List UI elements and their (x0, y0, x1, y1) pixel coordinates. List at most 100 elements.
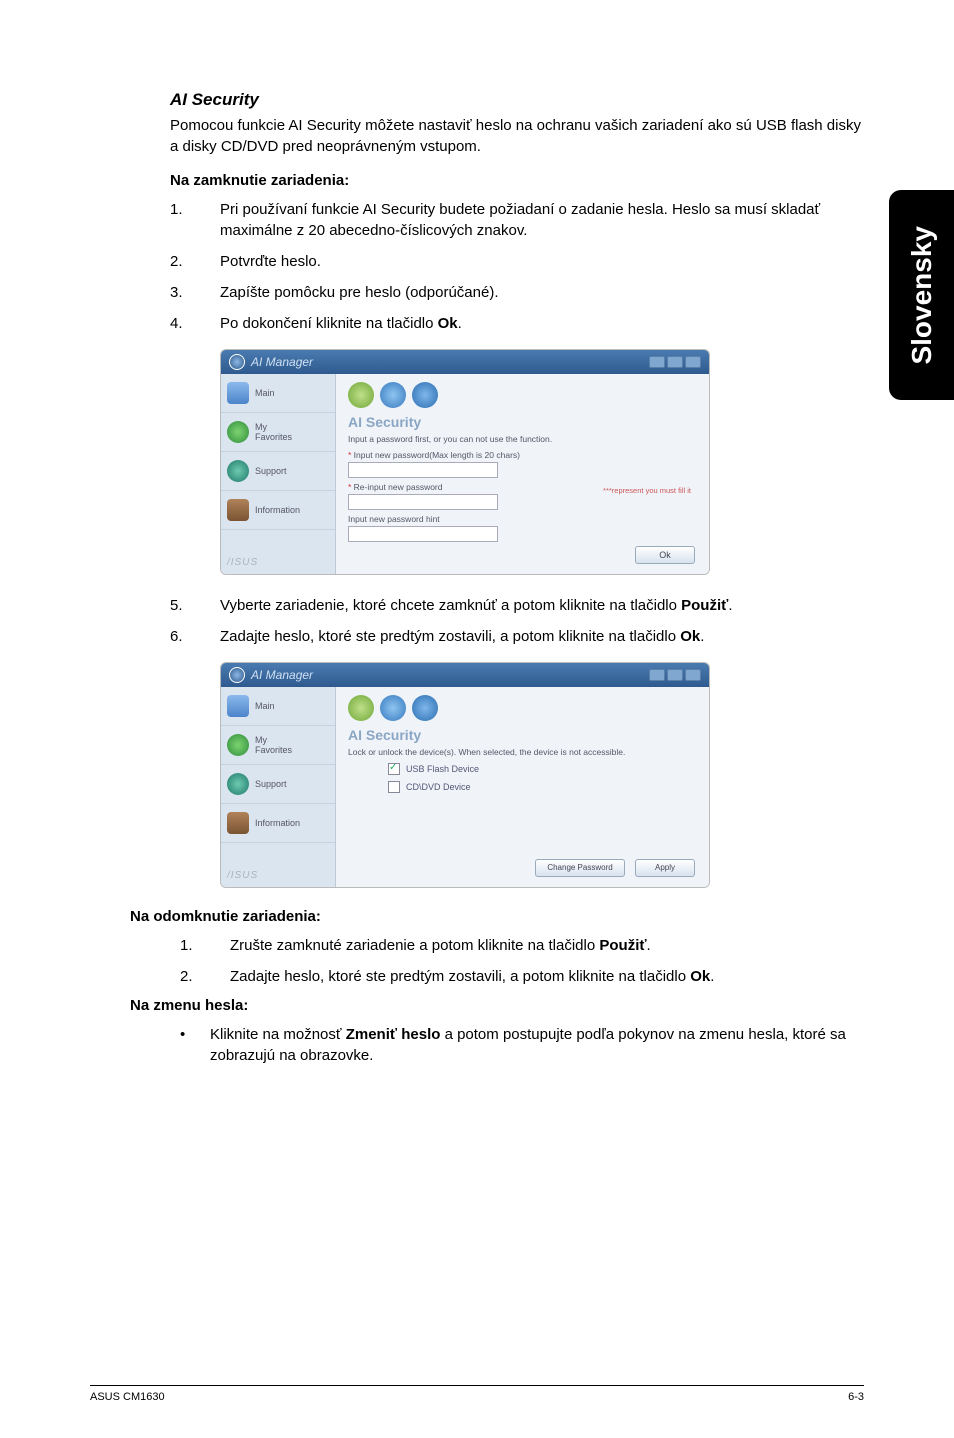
window-titlebar: AI Manager (221, 663, 709, 687)
maximize-button[interactable] (667, 356, 683, 368)
app-logo-icon (229, 667, 245, 683)
lock-heading: Na zamknutie zariadenia: (170, 172, 864, 189)
lock-steps-list-cont: 5.Vyberte zariadenie, ktoré chcete zamkn… (170, 595, 864, 647)
unlock-heading: Na odomknutie zariadenia: (130, 908, 864, 925)
step-number: 4. (170, 313, 183, 334)
step-text: Kliknite na možnosť Zmeniť heslo a potom… (210, 1026, 846, 1064)
change-password-button[interactable]: Change Password (535, 859, 625, 877)
required-note: ***represent you must fill it (603, 486, 691, 495)
ok-button[interactable]: Ok (635, 546, 695, 564)
sidebar-footer-logo: /ISUS (221, 864, 335, 887)
minimize-button[interactable] (649, 669, 665, 681)
information-icon (227, 812, 249, 834)
panel-title: AI Security (348, 414, 697, 430)
language-tab: Slovensky (889, 190, 954, 400)
list-item: 2. Zadajte heslo, ktoré ste predtým zosta… (180, 966, 864, 987)
sidebar-item-information[interactable]: Information (221, 491, 335, 530)
window-body: Main MyFavorites Support Information /IS… (221, 687, 709, 887)
sidebar-spacer (221, 843, 335, 864)
step-text: Zadajte heslo, ktoré ste predtým zostavi… (230, 968, 714, 985)
page-footer: ASUS CM1630 6-3 (90, 1385, 864, 1403)
toolbar-icons (348, 695, 697, 721)
support-icon (227, 460, 249, 482)
toolbar-icon-1[interactable] (348, 382, 374, 408)
favorites-icon (227, 421, 249, 443)
sidebar-item-label: MyFavorites (255, 735, 292, 755)
list-item: 2. Potvrďte heslo. (170, 251, 864, 272)
reinput-password-input[interactable] (348, 494, 498, 510)
section-title: AI Security (170, 90, 864, 110)
usb-checkbox[interactable] (388, 763, 400, 775)
sidebar-item-label: Support (255, 779, 287, 789)
unlock-steps-list: 1.Zrušte zamknuté zariadenie a potom kli… (180, 935, 864, 987)
checkbox-label: CD\DVD Device (406, 782, 471, 792)
cddvd-checkbox[interactable] (388, 781, 400, 793)
app-logo-icon (229, 354, 245, 370)
field-label-new-password: Input new password(Max length is 20 char… (348, 450, 697, 460)
sidebar-item-label: MyFavorites (255, 422, 292, 442)
main-panel: AI Security Lock or unlock the device(s)… (336, 687, 709, 887)
step-number: 1. (170, 199, 183, 220)
step-number: 1. (180, 935, 193, 956)
button-row: Change Password Apply (535, 859, 695, 877)
titlebar-left: AI Manager (229, 667, 313, 683)
sidebar-item-favorites[interactable]: MyFavorites (221, 726, 335, 765)
sidebar-item-support[interactable]: Support (221, 452, 335, 491)
sidebar-item-support[interactable]: Support (221, 765, 335, 804)
step-number: 6. (170, 626, 183, 647)
toolbar-icon-1[interactable] (348, 695, 374, 721)
support-icon (227, 773, 249, 795)
list-item: 4. Po dokončení kliknite na tlačidlo Ok. (170, 313, 864, 334)
step-text: Pri používaní funkcie AI Security budete… (220, 201, 820, 239)
sidebar-footer-logo: /ISUS (221, 551, 335, 574)
footer-product: ASUS CM1630 (90, 1391, 165, 1403)
sidebar-item-label: Information (255, 818, 300, 828)
sidebar: Main MyFavorites Support Information /IS… (221, 687, 336, 887)
list-item: • Kliknite na možnosť Zmeniť heslo a poto… (140, 1024, 864, 1066)
sidebar-item-favorites[interactable]: MyFavorites (221, 413, 335, 452)
toolbar-icon-2[interactable] (380, 695, 406, 721)
hint-input[interactable] (348, 526, 498, 542)
close-button[interactable] (685, 356, 701, 368)
panel-desc: Lock or unlock the device(s). When selec… (348, 747, 697, 757)
step-number: 2. (170, 251, 183, 272)
toolbar-icon-2[interactable] (380, 382, 406, 408)
page-content: AI Security Pomocou funkcie AI Security … (0, 0, 954, 1126)
language-tab-text: Slovensky (906, 226, 938, 365)
sidebar-item-main[interactable]: Main (221, 687, 335, 726)
step-number: 2. (180, 966, 193, 987)
window-controls (649, 669, 701, 681)
main-icon (227, 382, 249, 404)
sidebar-item-information[interactable]: Information (221, 804, 335, 843)
maximize-button[interactable] (667, 669, 683, 681)
sidebar-item-label: Main (255, 701, 275, 711)
main-panel: AI Security Input a password first, or y… (336, 374, 709, 574)
sidebar-item-label: Information (255, 505, 300, 515)
apply-button[interactable]: Apply (635, 859, 695, 877)
new-password-input[interactable] (348, 462, 498, 478)
list-item: 6. Zadajte heslo, ktoré ste predtým zosta… (170, 626, 864, 647)
sidebar: Main MyFavorites Support Information /IS… (221, 374, 336, 574)
window-body: Main MyFavorites Support Information /IS… (221, 374, 709, 574)
list-item: 1. Pri používaní funkcie AI Security bude… (170, 199, 864, 241)
screenshot-password-setup: AI Manager Main MyFavorites (220, 349, 710, 575)
step-text: Potvrďte heslo. (220, 253, 321, 270)
main-icon (227, 695, 249, 717)
window-titlebar: AI Manager (221, 350, 709, 374)
lock-steps-list: 1. Pri používaní funkcie AI Security bude… (170, 199, 864, 334)
step-text: Po dokončení kliknite na tlačidlo Ok. (220, 315, 462, 332)
list-item: 5.Vyberte zariadenie, ktoré chcete zamkn… (170, 595, 864, 616)
sidebar-item-main[interactable]: Main (221, 374, 335, 413)
step-text: Zapíšte pomôcku pre heslo (odporúčané). (220, 284, 499, 301)
bullet-dot: • (180, 1024, 185, 1045)
field-label-hint: Input new password hint (348, 514, 697, 524)
checkbox-row-cddvd: CD\DVD Device (388, 781, 697, 793)
minimize-button[interactable] (649, 356, 665, 368)
step-number: 3. (170, 282, 183, 303)
toolbar-icon-3[interactable] (412, 382, 438, 408)
close-button[interactable] (685, 669, 701, 681)
changepw-heading: Na zmenu hesla: (130, 997, 864, 1014)
toolbar-icon-3[interactable] (412, 695, 438, 721)
panel-title: AI Security (348, 727, 697, 743)
step-text: Zadajte heslo, ktoré ste predtým zostavi… (220, 628, 704, 645)
